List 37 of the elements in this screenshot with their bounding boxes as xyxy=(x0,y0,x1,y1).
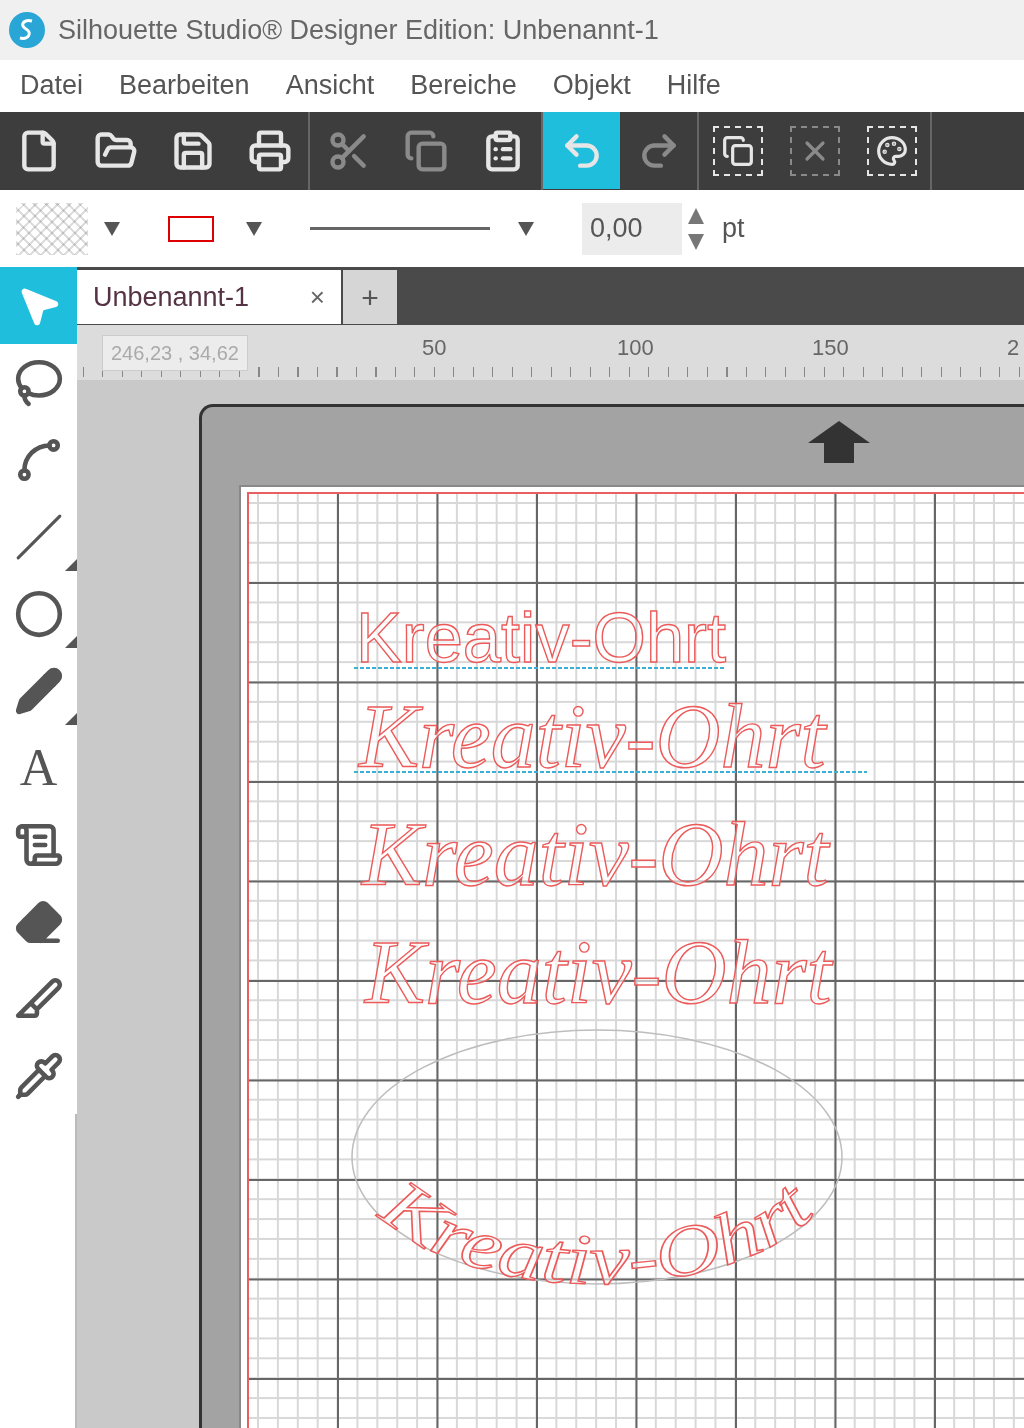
menu-item[interactable]: Hilfe xyxy=(666,64,721,106)
tab-label: Unbenannt-1 xyxy=(93,280,250,314)
text-tool-glyph: A xyxy=(19,741,58,794)
line-width-field[interactable]: 0,00 xyxy=(582,202,682,255)
caret-icon xyxy=(104,221,120,236)
close-tab-button[interactable]: × xyxy=(309,277,325,317)
pencil-icon xyxy=(13,665,64,716)
ruler-label: 50 xyxy=(422,334,447,362)
corner-triangle-icon xyxy=(65,713,77,725)
line-color-swatch[interactable] xyxy=(168,215,214,242)
app-logo-icon xyxy=(8,11,46,49)
window-title: Silhouette Studio® Designer Edition: Unbenannt-1 xyxy=(58,13,659,47)
corner-triangle-icon xyxy=(65,636,77,648)
caret-icon xyxy=(518,221,534,236)
coordinates-readout: 246,23 , 34,62 xyxy=(102,335,248,371)
copy-icon xyxy=(403,128,448,173)
corner-triangle-icon xyxy=(65,559,77,571)
ellipse-icon xyxy=(13,588,64,639)
unit-label: pt xyxy=(722,212,745,246)
menu-item[interactable]: Ansicht xyxy=(285,64,375,106)
up-arrow-icon xyxy=(808,421,870,463)
menu-item[interactable]: Datei xyxy=(20,64,84,106)
ruler-label: 2 xyxy=(1007,334,1020,362)
ruler-label: 100 xyxy=(617,334,654,362)
eyedropper-icon xyxy=(13,1050,64,1101)
dashed-squares-icon xyxy=(712,125,763,176)
dashed-palette-icon xyxy=(866,125,917,176)
menu-item[interactable]: Bereiche xyxy=(410,64,517,106)
lasso-icon xyxy=(13,357,64,408)
menu-item[interactable]: Objekt xyxy=(552,64,631,106)
ruler-label: 150 xyxy=(812,334,849,362)
dashed-x-icon xyxy=(789,125,840,176)
menu-item[interactable]: Bearbeiten xyxy=(119,64,250,106)
caret-icon xyxy=(246,221,262,236)
document-tab[interactable]: Unbenannt-1 × xyxy=(77,270,341,324)
printer-icon xyxy=(247,128,292,173)
new-tab-button[interactable]: + xyxy=(343,270,397,324)
